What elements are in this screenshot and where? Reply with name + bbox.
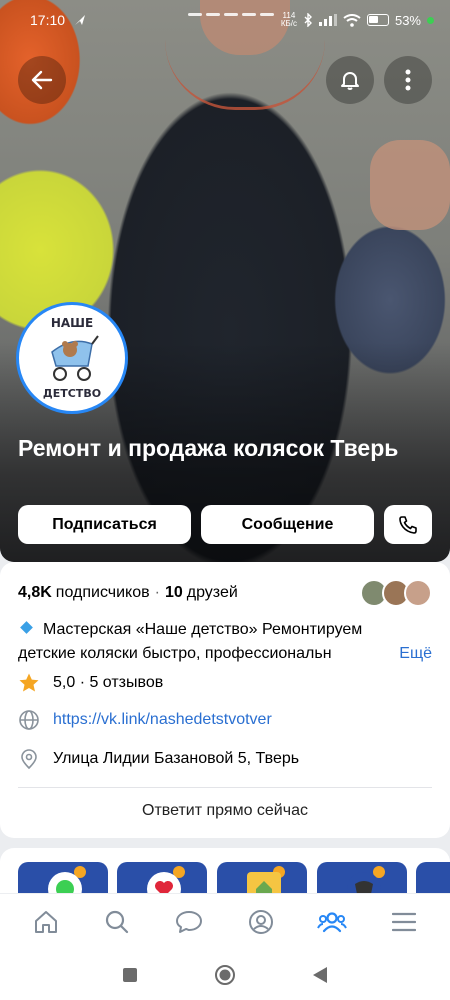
rating-row[interactable]: 5,0 · 5 отзывов xyxy=(18,672,163,694)
bluetooth-icon xyxy=(304,13,312,27)
friends-count: 10 xyxy=(164,584,183,601)
description-line: Мастерская «Наше детство» Ремонтируем xyxy=(43,621,363,638)
website-row[interactable]: https://vk.link/nashedetstvotver xyxy=(18,709,272,731)
cover-photo-detail xyxy=(165,40,325,110)
description-line: детские коляски быстро, профессиональн xyxy=(18,645,332,662)
back-button[interactable] xyxy=(18,56,66,104)
notifications-button[interactable] xyxy=(326,56,374,104)
status-bar: 17:10 114 КБ/с 53% xyxy=(0,0,450,40)
signal-icon xyxy=(318,14,337,26)
cover-photo-detail xyxy=(370,140,450,230)
navigation-arrow-icon xyxy=(75,15,86,25)
menu-icon xyxy=(392,912,417,931)
wifi-icon xyxy=(343,13,361,27)
more-vertical-icon xyxy=(405,69,411,91)
call-button[interactable] xyxy=(384,505,432,544)
group-avatar[interactable]: НАШЕ ДЕТСТВО xyxy=(16,302,128,414)
tab-search[interactable] xyxy=(97,902,137,942)
tab-home[interactable] xyxy=(26,902,66,942)
privacy-indicator xyxy=(427,16,434,24)
status-time: 17:10 xyxy=(30,12,66,28)
stroller-logo-icon xyxy=(51,335,99,381)
bell-icon xyxy=(341,72,359,90)
subscribers-link[interactable]: подписчиков xyxy=(56,584,150,602)
system-navigation-bar xyxy=(0,949,450,1000)
home-icon xyxy=(34,910,57,933)
messages-icon xyxy=(176,910,203,933)
network-speed: 114 КБ/с xyxy=(280,11,297,28)
avatar-logo-text: НАШЕ xyxy=(50,316,94,330)
bottom-tab-bar xyxy=(0,893,450,949)
phone-icon xyxy=(399,515,417,534)
group-info-card: 4,8K подписчиков · 10 друзей Мастерская … xyxy=(0,562,450,838)
home-button-icon[interactable] xyxy=(214,964,236,986)
cover-image xyxy=(0,0,450,562)
action-buttons: Подписаться Сообщение xyxy=(18,505,432,544)
star-icon xyxy=(18,672,40,694)
subscribers-count: 4,8K xyxy=(18,584,52,601)
tab-profile[interactable] xyxy=(241,902,281,942)
recent-apps-icon[interactable] xyxy=(122,967,138,983)
tab-messages[interactable] xyxy=(169,902,209,942)
subscribe-button[interactable]: Подписаться xyxy=(18,505,191,544)
group-title: Ремонт и продажа колясок Тверь xyxy=(18,435,399,461)
address-text: Улица Лидии Базановой 5, Тверь xyxy=(53,750,300,767)
rating-text: 5,0 · 5 отзывов xyxy=(53,674,164,691)
profile-icon xyxy=(248,909,273,934)
avatar-logo-text: ДЕТСТВО xyxy=(42,387,102,400)
back-arrow-icon xyxy=(31,70,53,90)
address-row[interactable]: Улица Лидии Базановой 5, Тверь xyxy=(18,748,299,770)
globe-icon xyxy=(18,709,40,731)
reply-status: Ответит прямо сейчас xyxy=(142,802,308,819)
divider xyxy=(18,787,432,788)
friends-avatars[interactable] xyxy=(360,579,432,607)
avatar xyxy=(404,579,432,607)
stats-row: 4,8K подписчиков · 10 друзей xyxy=(18,584,238,602)
friends-link[interactable]: друзей xyxy=(187,584,238,602)
message-button[interactable]: Сообщение xyxy=(201,505,374,544)
back-triangle-icon[interactable] xyxy=(312,966,328,984)
community-icon xyxy=(317,911,348,932)
more-link[interactable]: Ещё xyxy=(363,642,432,666)
battery-icon xyxy=(366,14,389,26)
website-link[interactable]: https://vk.link/nashedetstvotver xyxy=(53,711,272,729)
separator: · xyxy=(154,584,160,601)
description[interactable]: Мастерская «Наше детство» Ремонтируем де… xyxy=(18,618,432,666)
search-icon xyxy=(106,910,129,933)
more-button[interactable] xyxy=(384,56,432,104)
diamond-icon xyxy=(20,621,33,634)
tab-communities[interactable] xyxy=(312,902,352,942)
location-pin-icon xyxy=(18,748,40,770)
battery-percent: 53% xyxy=(394,12,421,28)
tab-menu[interactable] xyxy=(384,902,424,942)
